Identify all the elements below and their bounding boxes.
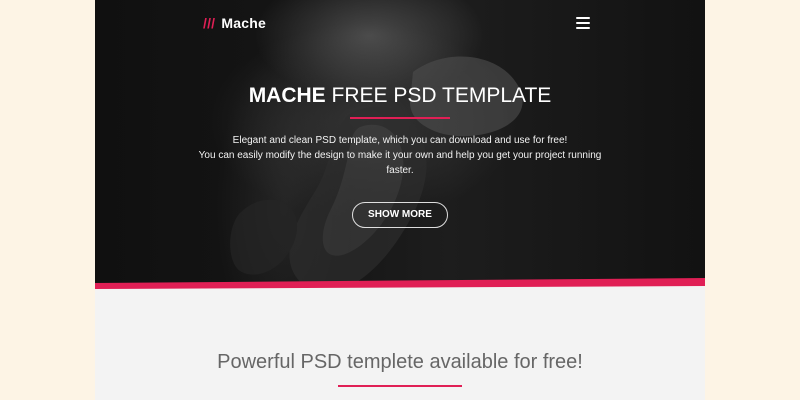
hero-text-line-3: faster. (386, 165, 414, 176)
show-more-button[interactable]: SHOW MORE (352, 202, 448, 228)
hero-text-line-1: Elegant and clean PSD template, which yo… (232, 135, 568, 146)
hero-title-strong: MACHE (248, 84, 326, 107)
hamburger-menu-icon[interactable] (576, 17, 590, 29)
menu-icon-bar (576, 27, 590, 29)
brand-logo[interactable]: /// Mache (203, 15, 266, 31)
brand-slashes: /// (203, 15, 216, 31)
hero-title-rest: FREE PSD TEMPLATE (325, 84, 552, 107)
hero-description: Elegant and clean PSD template, which yo… (95, 133, 705, 178)
section-title: Powerful PSD templete available for free… (217, 351, 583, 373)
menu-icon-bar (576, 17, 590, 19)
section-title-divider (338, 385, 462, 387)
hero-text-line-2: You can easily modify the design to make… (198, 150, 602, 161)
features-section: Powerful PSD templete available for free… (95, 296, 705, 400)
menu-icon-bar (576, 22, 590, 24)
hero-title: MACHE FREE PSD TEMPLATE (95, 83, 705, 109)
hero-title-divider (350, 117, 450, 119)
website-frame: /// Mache MACHE FREE PSD TEMPLATE Elegan… (95, 0, 705, 400)
hero-section: /// Mache MACHE FREE PSD TEMPLATE Elegan… (95, 0, 705, 296)
brand-name: Mache (221, 15, 266, 31)
